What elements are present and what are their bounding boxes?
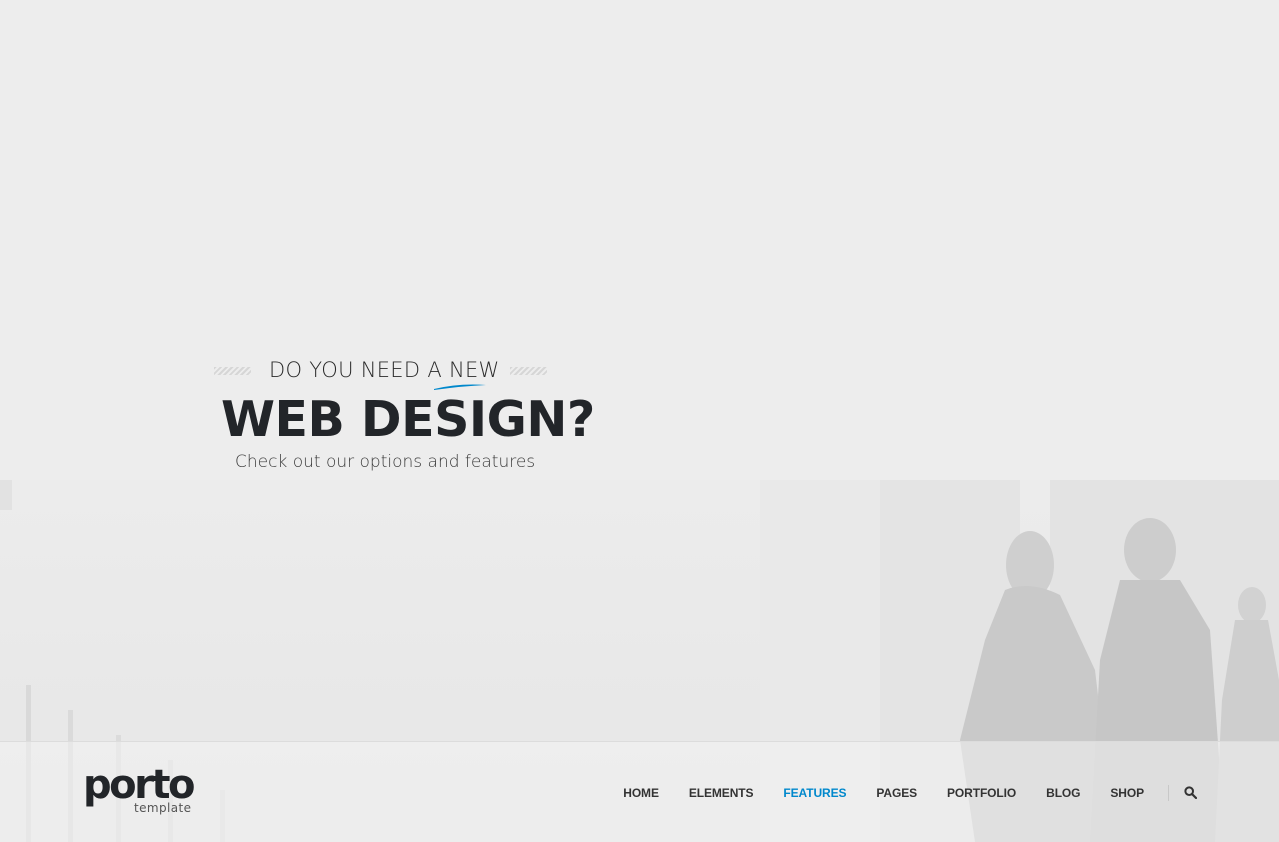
search-icon — [1183, 786, 1197, 799]
hero-section: DO YOU NEED A NEW WEB DESIGN? Check out … — [214, 352, 595, 472]
nav-item-pages[interactable]: PAGES — [861, 786, 932, 800]
search-button[interactable] — [1181, 784, 1199, 802]
logo-tagline: template — [134, 801, 192, 815]
kicker-right-stripe — [510, 367, 547, 375]
nav-item-shop[interactable]: SHOP — [1095, 786, 1159, 800]
page: DO YOU NEED A NEW WEB DESIGN? Check out … — [0, 0, 1279, 842]
kicker-left-stripe — [214, 367, 251, 375]
hero-kicker-row: DO YOU NEED A NEW — [214, 352, 554, 390]
hero-subline: Check out our options and features — [235, 452, 536, 472]
nav-item-elements[interactable]: ELEMENTS — [674, 786, 769, 800]
nav-item-features[interactable]: FEATURES — [768, 786, 861, 800]
main-nav: HOME ELEMENTS FEATURES PAGES PORTFOLIO B… — [608, 742, 1279, 842]
site-header: porto template HOME ELEMENTS FEATURES PA… — [0, 741, 1279, 842]
hero-headline: WEB DESIGN? — [221, 391, 595, 448]
logo[interactable]: porto template — [83, 762, 195, 819]
nav-item-home[interactable]: HOME — [608, 786, 674, 800]
nav-divider — [1168, 784, 1169, 801]
nav-item-portfolio[interactable]: PORTFOLIO — [932, 786, 1031, 800]
swoosh-underline-icon — [434, 384, 486, 390]
nav-item-blog[interactable]: BLOG — [1031, 786, 1095, 800]
hero-kicker: DO YOU NEED A NEW — [269, 358, 500, 382]
